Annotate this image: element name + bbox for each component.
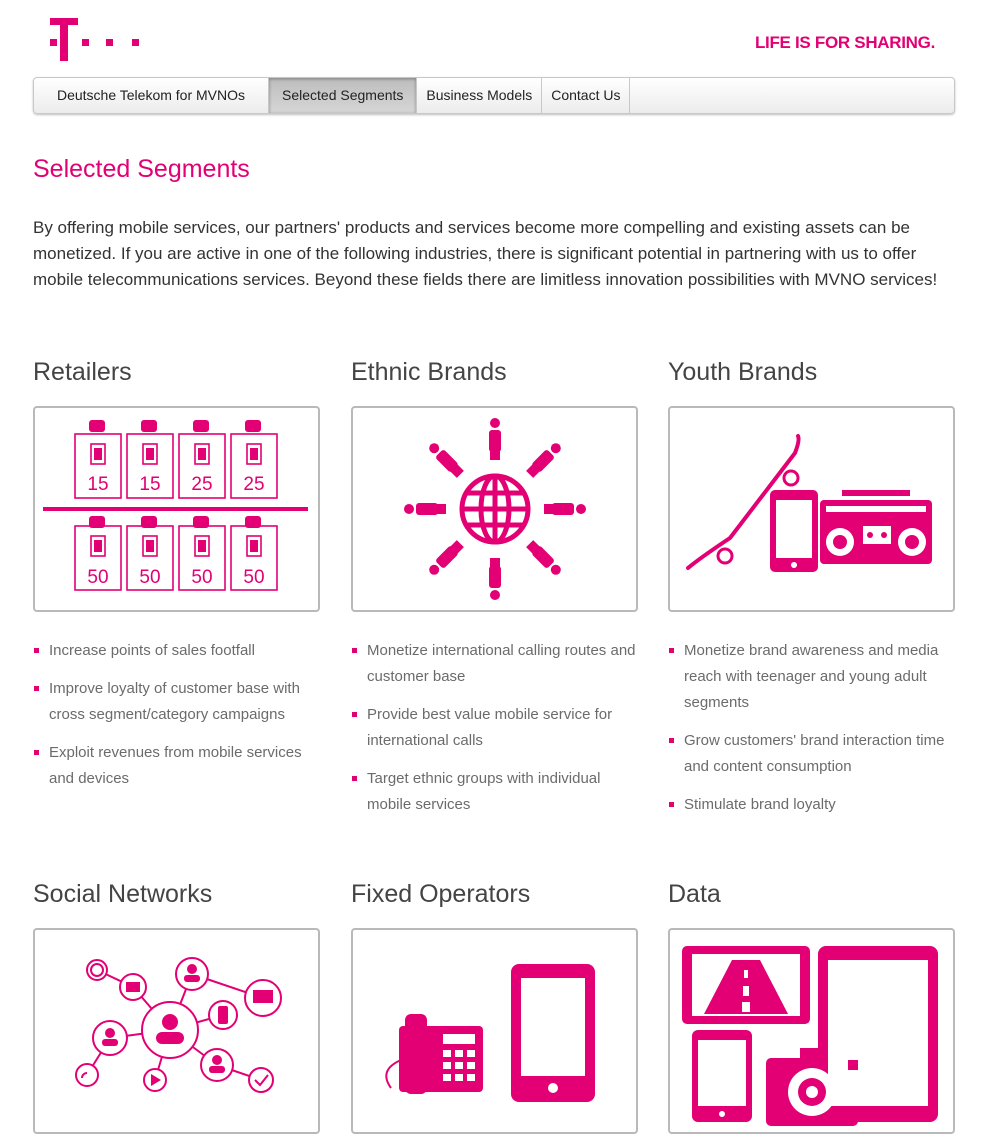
data-image (668, 928, 955, 1134)
globe-people-icon (404, 418, 586, 600)
desk-phone-smartphone-icon (385, 964, 595, 1102)
nav-item-deutsche-telekom-for-mvnos[interactable]: Deutsche Telekom for MVNOs (34, 78, 269, 113)
social-network-icon (75, 957, 282, 1093)
sim-card-shelf-icon: 15 15 25 25 50 50 50 50 (43, 420, 308, 591)
price-tag: 25 (243, 474, 264, 495)
social-networks-image (33, 928, 320, 1134)
main-navigation: Deutsche Telekom for MVNOs Selected Segm… (33, 77, 955, 114)
intro-paragraph: By offering mobile services, our partner… (33, 218, 938, 289)
segment-title: Retailers (33, 358, 132, 386)
nav-item-business-models[interactable]: Business Models (417, 78, 543, 113)
list-item: Target ethnic groups with individual mob… (351, 766, 636, 818)
segment-social-networks: Social Networks (33, 880, 320, 1134)
page-title: Selected Segments (33, 155, 250, 183)
price-tag: 50 (191, 567, 212, 588)
segment-title: Ethnic Brands (351, 358, 507, 386)
price-tag: 25 (191, 474, 212, 495)
segment-title: Social Networks (33, 880, 213, 908)
price-tag: 15 (87, 474, 108, 495)
segment-data: Data (668, 880, 955, 1134)
telekom-logo[interactable] (50, 18, 145, 64)
list-item: Grow customers' brand interaction time a… (668, 728, 953, 780)
retailers-image: 15 15 25 25 50 50 50 50 (33, 406, 320, 612)
price-tag: 50 (139, 567, 160, 588)
segment-title: Youth Brands (668, 358, 818, 386)
price-tag: 50 (243, 567, 264, 588)
segment-fixed-operators: Fixed Operators (351, 880, 638, 1134)
price-tag: 15 (139, 474, 160, 495)
ethnic-brands-image (351, 406, 638, 612)
data-devices-icon (682, 946, 938, 1126)
list-item: Increase points of sales footfall (33, 638, 318, 664)
telekom-t-logo-icon (50, 18, 139, 61)
fixed-operators-image (351, 928, 638, 1134)
segment-youth-brands: Youth Brands Monetize brand awareness an… (668, 358, 955, 813)
segment-bullets: Monetize international calling routes an… (351, 638, 636, 830)
list-item: Monetize brand awareness and media reach… (668, 638, 953, 716)
segment-bullets: Increase points of sales footfall Improv… (33, 638, 318, 804)
price-tag: 50 (87, 567, 108, 588)
segment-retailers: Retailers 15 15 25 25 50 50 50 50 Increa… (33, 358, 320, 787)
list-item: Improve loyalty of customer base with cr… (33, 676, 318, 728)
youth-brands-image (668, 406, 955, 612)
nav-item-selected-segments[interactable]: Selected Segments (269, 78, 418, 113)
segment-ethnic-brands: Ethnic Brands Monetize international cal… (351, 358, 638, 813)
nav-item-contact-us[interactable]: Contact Us (542, 78, 631, 113)
list-item: Exploit revenues from mobile services an… (33, 740, 318, 792)
segment-title: Fixed Operators (351, 880, 531, 908)
list-item: Stimulate brand loyalty (668, 792, 953, 818)
segment-title: Data (668, 880, 721, 908)
list-item: Monetize international calling routes an… (351, 638, 636, 690)
segment-bullets: Monetize brand awareness and media reach… (668, 638, 953, 830)
list-item: Provide best value mobile service for in… (351, 702, 636, 754)
skateboard-phone-boombox-icon (686, 434, 932, 572)
brand-tagline: LIFE IS FOR SHARING. (754, 33, 935, 52)
